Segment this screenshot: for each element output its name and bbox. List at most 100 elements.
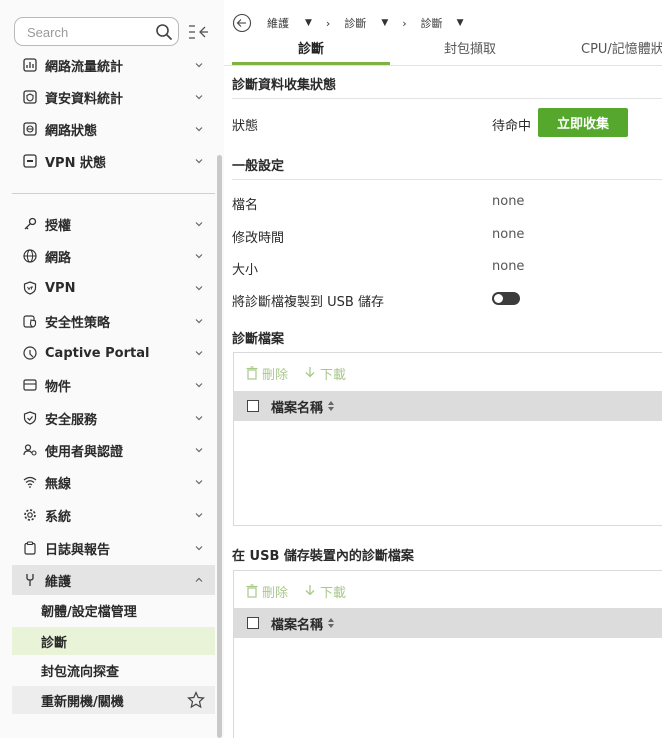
key-icon bbox=[21, 215, 39, 233]
grid-header: 檔案名稱 bbox=[234, 391, 662, 421]
chevron-down-icon bbox=[195, 480, 203, 485]
sidebar-item-label: 使用者與認證 bbox=[45, 444, 124, 460]
download-button[interactable]: 下載 bbox=[304, 582, 346, 601]
trash-icon bbox=[246, 366, 258, 380]
sidebar-item-vpn-status[interactable]: VPN 狀態 bbox=[12, 146, 215, 176]
globe-icon bbox=[21, 247, 39, 265]
sidebar-subitem-reboot[interactable]: 重新開機/關機 bbox=[12, 686, 215, 714]
caret-down-icon[interactable]: ▼ bbox=[305, 18, 312, 28]
sidebar-item-wireless[interactable]: 無線 bbox=[12, 467, 215, 497]
wrench-icon bbox=[21, 571, 39, 589]
delete-label: 刪除 bbox=[262, 585, 289, 601]
section-title-usb-files: 在 USB 儲存裝置內的診斷檔案 bbox=[232, 549, 414, 564]
back-icon[interactable] bbox=[232, 13, 252, 33]
sidebar-item-label: 授權 bbox=[45, 218, 72, 234]
search-input[interactable] bbox=[27, 23, 147, 41]
chevron-right-icon: › bbox=[325, 16, 331, 30]
sidebar-subitem-label: 診斷 bbox=[41, 635, 68, 651]
chevron-down-icon bbox=[195, 351, 203, 356]
sidebar-item-network[interactable]: 網路 bbox=[12, 241, 215, 271]
section-divider bbox=[232, 179, 662, 180]
diag-files-grid: 刪除 下載 檔案名稱 bbox=[233, 352, 662, 526]
section-title-diag-files: 診斷檔案 bbox=[232, 332, 285, 347]
delete-label: 刪除 bbox=[262, 367, 289, 383]
modified-time-label: 修改時間 bbox=[232, 231, 285, 246]
sidebar-item-label: 安全服務 bbox=[45, 412, 98, 428]
main-panel: 維護 ▼ › 診斷 ▼ › 診斷 ▼ 診斷 封包擷取 CPU/記憶體狀 診斷資料… bbox=[224, 0, 662, 738]
tab-cpu-memory[interactable]: CPU/記憶體狀 bbox=[554, 38, 662, 64]
chevron-down-icon bbox=[195, 222, 203, 227]
sidebar-item-security-policy[interactable]: 安全性策略 bbox=[12, 306, 215, 336]
section-title-general: 一般設定 bbox=[232, 159, 285, 174]
user-auth-icon bbox=[21, 441, 39, 459]
usb-files-grid: 刪除 下載 檔案名稱 bbox=[233, 570, 662, 738]
download-label: 下載 bbox=[320, 367, 347, 383]
sidebar-item-user-auth[interactable]: 使用者與認證 bbox=[12, 435, 215, 465]
sidebar-item-label: Captive Portal bbox=[45, 345, 150, 361]
caret-down-icon[interactable]: ▼ bbox=[381, 18, 388, 28]
sidebar-item-objects[interactable]: 物件 bbox=[12, 370, 215, 400]
trash-icon bbox=[246, 584, 258, 598]
sidebar-item-network-status[interactable]: 網路狀態 bbox=[12, 114, 215, 144]
column-header-filename[interactable]: 檔案名稱 bbox=[271, 397, 323, 416]
column-header-filename[interactable]: 檔案名稱 bbox=[271, 614, 323, 633]
delete-button[interactable]: 刪除 bbox=[246, 364, 288, 383]
breadcrumb-item[interactable]: 診斷 bbox=[344, 15, 366, 31]
grid-header: 檔案名稱 bbox=[234, 608, 662, 638]
sidebar-item-label: 維護 bbox=[45, 574, 72, 590]
toggle-knob bbox=[494, 294, 503, 303]
vpn-shield-icon bbox=[21, 279, 39, 297]
grid-toolbar: 刪除 下載 bbox=[246, 363, 362, 383]
sidebar-item-label: 日誌與報告 bbox=[45, 542, 111, 558]
download-label: 下載 bbox=[320, 585, 347, 601]
status-value: 待命中 bbox=[492, 119, 532, 134]
network-status-icon bbox=[21, 120, 39, 138]
object-icon bbox=[21, 376, 39, 394]
sidebar-item-logs-reports[interactable]: 日誌與報告 bbox=[12, 533, 215, 563]
sidebar-subitem-packet-flow[interactable]: 封包流向探查 bbox=[12, 656, 215, 684]
download-button[interactable]: 下載 bbox=[304, 364, 346, 383]
tab-diagnostics[interactable]: 診斷 bbox=[232, 38, 390, 64]
sidebar-subitem-diagnostics[interactable]: 診斷 bbox=[12, 627, 215, 655]
breadcrumb-item[interactable]: 診斷 bbox=[421, 15, 443, 31]
delete-button[interactable]: 刪除 bbox=[246, 582, 288, 601]
vpn-status-icon bbox=[21, 152, 39, 170]
sidebar-item-label: 網路 bbox=[45, 250, 72, 266]
sidebar-subitem-label: 重新開機/關機 bbox=[41, 694, 124, 710]
sidebar-subitem-label: 封包流向探查 bbox=[41, 664, 120, 680]
traffic-stats-icon bbox=[21, 56, 39, 74]
sidebar-subitem-firmware[interactable]: 韌體/設定檔管理 bbox=[12, 596, 215, 624]
sidebar-item-label: 網路狀態 bbox=[45, 123, 98, 139]
search-icon[interactable] bbox=[155, 23, 173, 41]
section-divider bbox=[232, 98, 662, 99]
policy-icon bbox=[21, 312, 39, 330]
sidebar-item-security-stats[interactable]: 資安資料統計 bbox=[12, 82, 215, 112]
collapse-sidebar-icon[interactable] bbox=[186, 22, 210, 42]
chevron-up-icon bbox=[195, 577, 203, 582]
sort-icon[interactable] bbox=[327, 617, 335, 629]
sidebar-item-license[interactable]: 授權 bbox=[12, 209, 215, 239]
chevron-down-icon bbox=[195, 95, 203, 100]
sidebar-item-traffic-stats[interactable]: 網路流量統計 bbox=[12, 50, 215, 80]
chevron-down-icon bbox=[195, 546, 203, 551]
select-all-checkbox[interactable] bbox=[247, 400, 259, 412]
chevron-down-icon bbox=[195, 63, 203, 68]
tab-packet-capture[interactable]: 封包擷取 bbox=[390, 38, 550, 64]
sidebar-item-maintenance[interactable]: 維護 bbox=[12, 565, 215, 595]
caret-down-icon[interactable]: ▼ bbox=[457, 18, 464, 28]
sidebar-item-label: VPN bbox=[45, 280, 76, 296]
sort-icon[interactable] bbox=[327, 400, 335, 412]
star-icon[interactable] bbox=[187, 691, 205, 709]
sidebar-item-vpn[interactable]: VPN bbox=[12, 273, 215, 303]
select-all-checkbox[interactable] bbox=[247, 617, 259, 629]
collect-now-button[interactable]: 立即收集 bbox=[538, 108, 628, 137]
sidebar-item-security-services[interactable]: 安全服務 bbox=[12, 403, 215, 433]
sidebar-scrollbar-thumb[interactable] bbox=[217, 155, 222, 738]
sidebar-item-captive-portal[interactable]: Captive Portal bbox=[12, 338, 215, 368]
chevron-right-icon: › bbox=[402, 16, 407, 30]
breadcrumb-item[interactable]: 維護 bbox=[267, 15, 289, 31]
sidebar-item-system[interactable]: 系統 bbox=[12, 500, 215, 530]
search-box[interactable] bbox=[14, 17, 179, 46]
size-label: 大小 bbox=[232, 263, 259, 278]
usb-copy-toggle[interactable] bbox=[492, 292, 520, 305]
